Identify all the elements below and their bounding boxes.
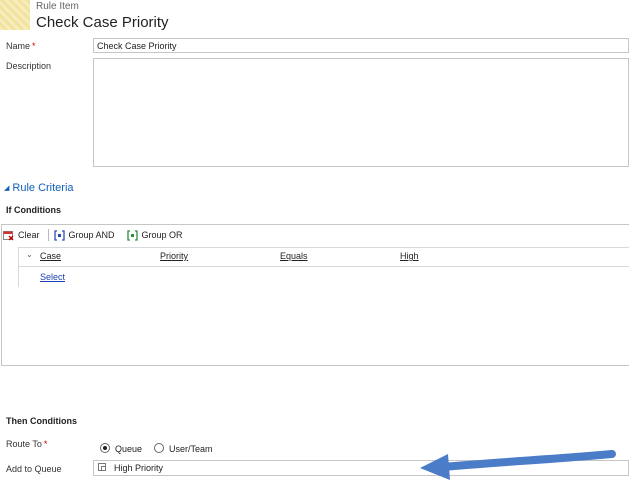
group-or-button[interactable]: Group OR xyxy=(126,229,183,241)
clear-button[interactable]: Clear xyxy=(3,230,40,241)
route-to-label: Route To * xyxy=(6,439,47,449)
clear-label: Clear xyxy=(18,230,40,240)
user-team-option-label: User/Team xyxy=(169,444,213,454)
conditions-toolbar: Clear Group AND Group OR xyxy=(3,228,195,242)
name-label: Name * xyxy=(6,41,36,51)
toolbar-divider xyxy=(47,229,49,241)
route-option-queue[interactable]: Queue xyxy=(100,439,142,457)
chevron-down-icon[interactable]: ⌄ xyxy=(26,250,33,259)
route-to-label-text: Route To xyxy=(6,439,42,449)
condition-entity[interactable]: Case xyxy=(40,251,61,261)
required-marker: * xyxy=(32,41,36,51)
condition-field[interactable]: Priority xyxy=(160,251,188,261)
queue-radio-icon[interactable] xyxy=(100,443,110,453)
page-title: Check Case Priority xyxy=(36,14,169,31)
description-label: Description xyxy=(6,61,52,71)
select-link[interactable]: Select xyxy=(40,272,65,282)
add-to-queue-label: Add to Queue xyxy=(6,464,62,474)
rule-criteria-label: Rule Criteria xyxy=(12,182,74,194)
user-team-radio-icon[interactable] xyxy=(154,443,164,453)
rule-criteria-section-toggle[interactable]: ◢ Rule Criteria xyxy=(4,182,74,194)
group-and-label: Group AND xyxy=(68,230,115,240)
name-label-text: Name xyxy=(6,41,31,51)
group-and-button[interactable]: Group AND xyxy=(53,229,115,241)
queue-lookup-icon xyxy=(98,463,106,471)
clear-icon xyxy=(3,230,14,241)
then-conditions-heading: Then Conditions xyxy=(6,416,77,426)
entity-type-label: Rule Item xyxy=(36,1,79,12)
name-field[interactable]: Check Case Priority xyxy=(93,38,629,53)
condition-value[interactable]: High xyxy=(400,251,419,261)
queue-option-label: Queue xyxy=(115,444,143,454)
collapse-triangle-icon: ◢ xyxy=(4,185,10,192)
group-or-label: Group OR xyxy=(141,230,183,240)
description-field[interactable] xyxy=(93,58,629,167)
if-conditions-heading: If Conditions xyxy=(6,205,61,215)
required-marker: * xyxy=(43,439,48,449)
group-or-icon xyxy=(126,229,138,241)
condition-operator[interactable]: Equals xyxy=(280,251,308,261)
rule-item-entity-icon xyxy=(0,0,30,30)
add-condition-row xyxy=(18,267,629,287)
route-option-user-team[interactable]: User/Team xyxy=(154,439,213,457)
condition-row[interactable] xyxy=(18,247,629,267)
group-and-icon xyxy=(53,229,65,241)
callout-arrow-icon xyxy=(420,450,616,480)
conditions-grid xyxy=(1,224,629,366)
